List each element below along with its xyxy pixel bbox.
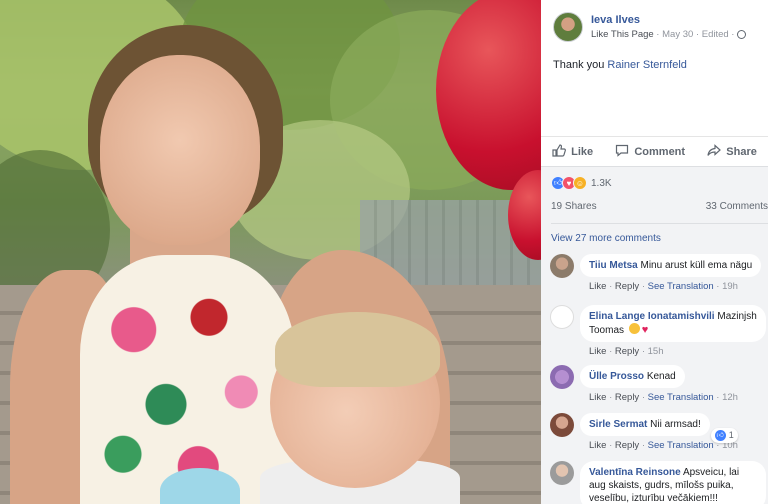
comment-reply-link[interactable]: Reply — [615, 346, 639, 357]
edited-label[interactable]: Edited — [702, 29, 729, 40]
share-label: Share — [726, 145, 757, 158]
post-photo[interactable] — [0, 0, 541, 504]
view-more-comments-link[interactable]: View 27 more comments — [551, 233, 661, 244]
comments-section: 👍︎ ♥ ☺ 1.3K 19 Shares 33 Comments View 2… — [541, 166, 768, 504]
comment-body: Elina Lange Ionatamishvili Mazinjsh Toom… — [580, 305, 768, 357]
comment-links: Like · Reply · See Translation · 19h — [589, 281, 738, 292]
see-translation-link[interactable]: See Translation — [648, 392, 714, 403]
comment-button[interactable]: Comment — [615, 144, 685, 160]
comment-bubble: Tiiu Metsa Minu arust küll ema nägu — [580, 254, 762, 277]
post-header: Ieva Ilves Like This Page · May 30 · Edi… — [553, 12, 747, 42]
comment-time[interactable]: 12h — [722, 392, 738, 403]
comment-like-link[interactable]: Like — [589, 346, 606, 357]
commenter-avatar[interactable] — [550, 305, 574, 329]
reaction-count: 1.3K — [591, 177, 612, 189]
commenter-name[interactable]: Tiiu Metsa — [589, 260, 638, 271]
post-side-panel: Ieva Ilves Like This Page · May 30 · Edi… — [541, 0, 768, 504]
comment-bubble: Ülle Prosso Kenad — [580, 365, 685, 388]
comment-reply-link[interactable]: Reply — [615, 392, 639, 403]
comment-like-link[interactable]: Like — [589, 392, 606, 403]
commenter-avatar[interactable] — [550, 413, 574, 437]
comment-reaction-count: 1 — [728, 430, 734, 440]
like-button[interactable]: Like — [552, 143, 594, 160]
thumbs-up-icon — [552, 143, 567, 160]
comment-bubble: Valentīna Reinsone Apsveicu, lai aug ska… — [580, 461, 766, 504]
baby-hair — [275, 312, 440, 387]
floral-dress — [80, 255, 295, 504]
comment-like-link[interactable]: Like — [589, 440, 606, 451]
meta-separator: · — [693, 29, 702, 40]
meta-separator: · — [653, 29, 663, 40]
heart-emoji-icon: ♥ — [641, 324, 649, 336]
see-translation-link[interactable]: See Translation — [648, 440, 714, 451]
comment-links: Like · Reply · See Translation · 10h — [589, 440, 738, 451]
commenter-avatar[interactable] — [550, 461, 574, 485]
comment-like-link[interactable]: Like — [589, 281, 606, 292]
see-translation-link[interactable]: See Translation — [648, 281, 714, 292]
comment-item: Sirle Sermat Nii armsad! 👍︎ 1 Like · Rep… — [550, 413, 768, 451]
post-text: Thank you Rainer Sternfeld — [553, 59, 687, 71]
comment-reaction-badge[interactable]: 👍︎ 1 — [710, 428, 738, 443]
share-button[interactable]: Share — [707, 143, 757, 160]
post-text-body: Thank you — [553, 59, 608, 71]
comment-time[interactable]: 15h — [648, 346, 664, 357]
commenter-name[interactable]: Elina Lange Ionatamishvili — [589, 311, 715, 322]
author-name[interactable]: Ieva Ilves — [591, 14, 746, 26]
commenter-name[interactable]: Ülle Prosso — [589, 371, 644, 382]
comment-bubble: Sirle Sermat Nii armsad! 👍︎ 1 — [580, 413, 738, 443]
smile-emoji-icon — [628, 323, 640, 334]
share-arrow-icon — [707, 143, 722, 160]
reaction-summary[interactable]: 👍︎ ♥ ☺ 1.3K — [551, 176, 612, 190]
haha-reaction-icon: ☺ — [573, 176, 587, 190]
comment-reply-link[interactable]: Reply — [615, 440, 639, 451]
comment-item: Tiiu Metsa Minu arust küll ema nägu Like… — [550, 254, 768, 292]
like-reaction-icon: 👍︎ — [714, 430, 726, 441]
comment-body: Sirle Sermat Nii armsad! 👍︎ 1 Like · Rep… — [580, 413, 768, 451]
commenter-name[interactable]: Sirle Sermat — [589, 419, 647, 430]
comment-text: Kenad — [646, 371, 676, 382]
comment-time[interactable]: 19h — [722, 281, 738, 292]
mention-link[interactable]: Rainer Sternfeld — [607, 59, 687, 71]
comment-item: Valentīna Reinsone Apsveicu, lai aug ska… — [550, 461, 768, 504]
woman-face — [100, 55, 260, 245]
comments-count[interactable]: 33 Comments — [706, 201, 768, 212]
shares-comments-row: 19 Shares 33 Comments — [551, 201, 768, 224]
author-avatar[interactable] — [553, 12, 583, 42]
commenter-avatar[interactable] — [550, 365, 574, 389]
post-date[interactable]: May 30 — [662, 29, 693, 40]
comment-links: Like · Reply · See Translation · 12h — [589, 392, 738, 403]
comment-reply-link[interactable]: Reply — [615, 281, 639, 292]
comment-text: Minu arust küll ema nägu — [640, 260, 753, 271]
comment-body: Ülle Prosso Kenad Like · Reply · See Tra… — [580, 365, 768, 403]
globe-icon[interactable] — [737, 30, 747, 39]
post-actions-bar: Like Comment Share — [541, 136, 768, 166]
like-label: Like — [571, 145, 594, 158]
meta-separator: · — [728, 29, 735, 40]
post-meta: Like This Page · May 30 · Edited · — [591, 29, 747, 40]
comment-body: Tiiu Metsa Minu arust küll ema nägu Like… — [580, 254, 768, 292]
like-page-link[interactable]: Like This Page — [591, 29, 654, 40]
comment-links: Like · Reply · 15h — [589, 346, 664, 357]
post-header-text: Ieva Ilves Like This Page · May 30 · Edi… — [591, 14, 747, 40]
speech-bubble-icon — [615, 144, 629, 160]
comment-bubble: Elina Lange Ionatamishvili Mazinjsh Toom… — [580, 305, 766, 342]
commenter-avatar[interactable] — [550, 254, 574, 278]
comment-text: Nii armsad! — [650, 419, 701, 430]
comment-body: Valentīna Reinsone Apsveicu, lai aug ska… — [580, 461, 768, 504]
shares-count[interactable]: 19 Shares — [551, 201, 597, 212]
comment-label: Comment — [634, 145, 686, 158]
commenter-name[interactable]: Valentīna Reinsone — [589, 467, 681, 478]
comment-item: Ülle Prosso Kenad Like · Reply · See Tra… — [550, 365, 768, 403]
comment-item: Elina Lange Ionatamishvili Mazinjsh Toom… — [550, 305, 768, 357]
